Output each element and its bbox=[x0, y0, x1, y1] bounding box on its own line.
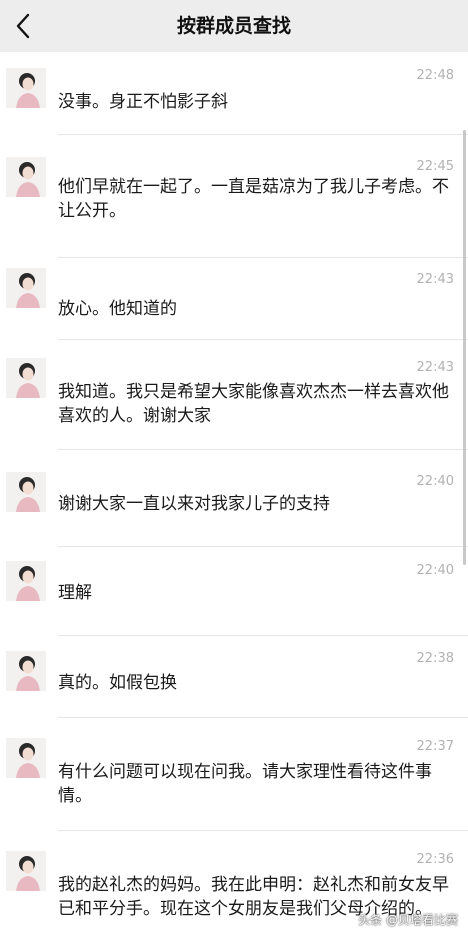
message-time: 22:38 bbox=[416, 651, 454, 666]
separator bbox=[58, 339, 468, 340]
avatar[interactable] bbox=[6, 738, 46, 778]
separator bbox=[58, 717, 468, 718]
message-time: 22:40 bbox=[416, 563, 454, 578]
avatar[interactable] bbox=[6, 472, 46, 512]
message-time: 22:36 bbox=[416, 852, 454, 867]
avatar[interactable] bbox=[6, 851, 46, 891]
avatar[interactable] bbox=[6, 561, 46, 601]
message-time: 22:43 bbox=[416, 360, 454, 375]
message-time: 22:43 bbox=[416, 272, 454, 287]
separator bbox=[58, 635, 468, 636]
separator bbox=[58, 830, 468, 831]
separator bbox=[58, 546, 468, 547]
message-text: 没事。身正不怕影子斜 bbox=[58, 92, 228, 112]
nav-bar: 按群成员查找 bbox=[0, 0, 468, 52]
page-title: 按群成员查找 bbox=[176, 15, 291, 37]
scrollbar[interactable] bbox=[463, 130, 466, 565]
message-text: 他们早就在一起了。一直是菇凉为了我儿子考虑。不让公开。 bbox=[58, 177, 449, 221]
message-time: 22:37 bbox=[416, 739, 454, 754]
message-text: 理解 bbox=[58, 583, 92, 603]
message-time: 22:45 bbox=[416, 159, 454, 174]
separator bbox=[58, 134, 468, 135]
avatar[interactable] bbox=[6, 268, 46, 308]
avatar[interactable] bbox=[6, 157, 46, 197]
message-list[interactable]: 22:48 没事。身正不怕影子斜 22:45 他们早就在一起了。一直是菇凉为了我… bbox=[0, 52, 468, 940]
message-text: 我知道。我只是希望大家能像喜欢杰杰一样去喜欢他喜欢的人。谢谢大家 bbox=[58, 382, 449, 426]
message-text: 放心。他知道的 bbox=[58, 299, 177, 319]
avatar[interactable] bbox=[6, 651, 46, 691]
message-text: 谢谢大家一直以来对我家儿子的支持 bbox=[58, 494, 330, 514]
message-text: 真的。如假包换 bbox=[58, 673, 177, 693]
separator bbox=[58, 449, 468, 450]
message-time: 22:40 bbox=[416, 474, 454, 489]
separator bbox=[58, 257, 468, 258]
watermark-text: 头条 @贝塔看比赛 bbox=[358, 913, 458, 927]
message-text: 有什么问题可以现在问我。请大家理性看待这件事情。 bbox=[58, 762, 432, 806]
avatar[interactable] bbox=[6, 358, 46, 398]
avatar[interactable] bbox=[6, 68, 46, 108]
message-time: 22:48 bbox=[416, 68, 454, 83]
